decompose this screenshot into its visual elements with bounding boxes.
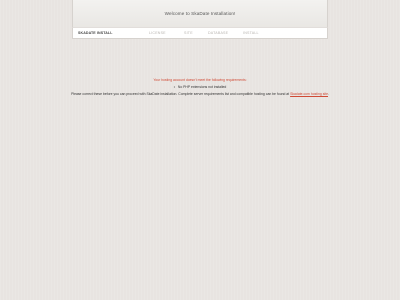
steps-list: LICENSE SITE DATABASE INSTALL [149,31,259,35]
note-text: Please correct these before you can proc… [71,92,290,96]
install-steps-bar: SKADATE INSTALL LICENSE SITE DATABASE IN… [72,27,328,39]
hosting-link[interactable]: Skadate.com hosting site [290,92,328,96]
installer-panel: Welcome to SkaDate Installation! SKADATE… [72,0,328,39]
step-install: INSTALL [243,31,259,35]
requirements-list: No PHP extensions not installed [0,85,400,89]
brand-label: SKADATE INSTALL [78,31,113,35]
step-database: DATABASE [208,31,229,35]
note-end: . [327,92,329,96]
list-item: No PHP extensions not installed [174,85,226,89]
step-license: LICENSE [149,31,166,35]
error-title: Your hosting account doesn't meet the fo… [153,78,247,82]
page-title: Welcome to SkaDate Installation! [164,11,236,16]
step-site: SITE [184,31,193,35]
requirements-message: Your hosting account doesn't meet the fo… [0,78,400,96]
instructions-text: Please correct these before you can proc… [0,92,400,96]
welcome-header: Welcome to SkaDate Installation! [72,0,328,27]
